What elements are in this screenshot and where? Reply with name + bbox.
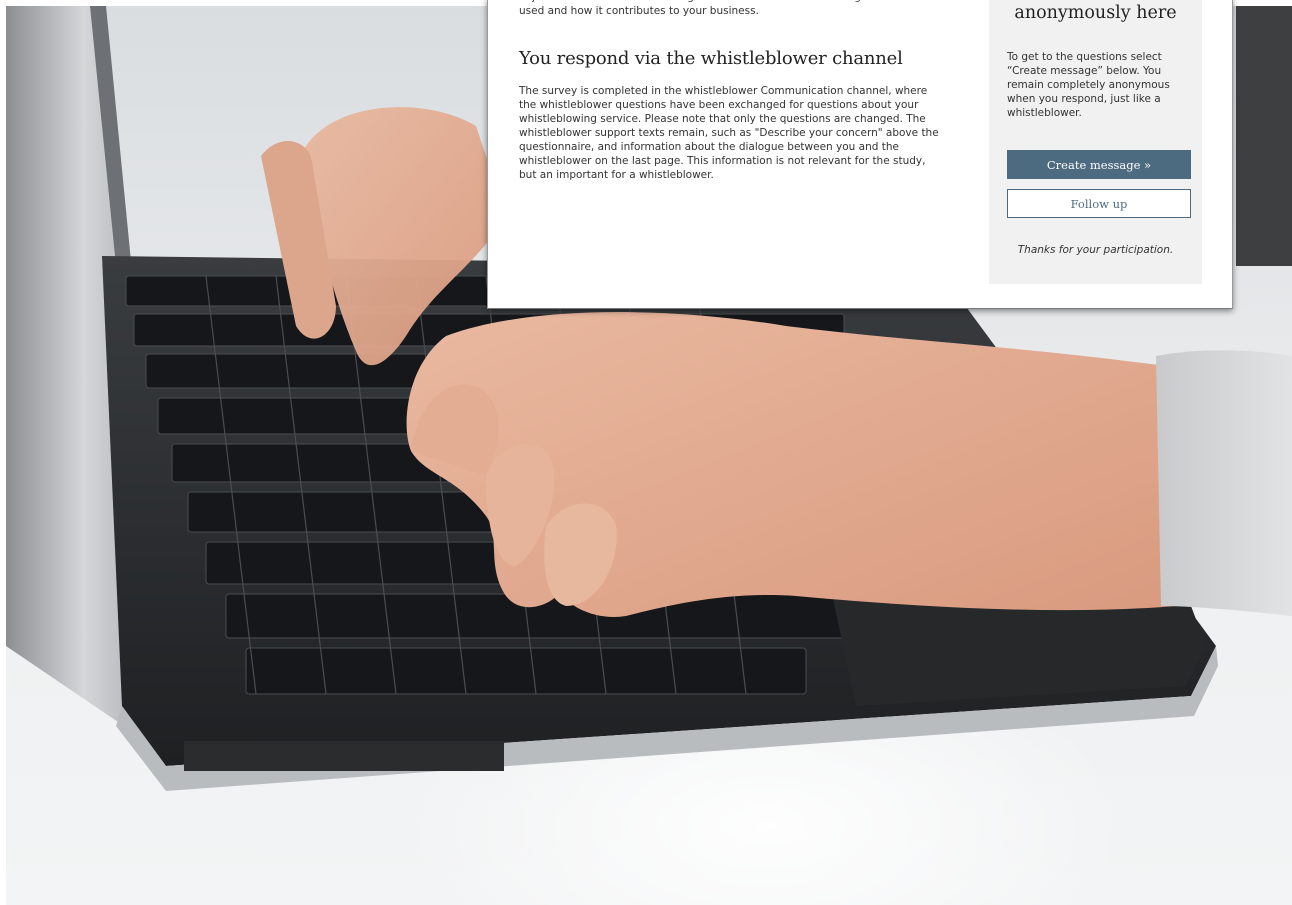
page: objective is to increase knowledge about… — [0, 0, 1292, 905]
section-title: You respond via the whistleblower channe… — [519, 48, 903, 69]
info-card: objective is to increase knowledge about… — [487, 0, 1233, 309]
follow-up-button[interactable]: Follow up — [1007, 189, 1191, 218]
vent-grille — [184, 741, 504, 771]
thanks-text: Thanks for your participation. — [1017, 244, 1174, 256]
intro-paragraph: objective is to increase knowledge about… — [519, 0, 914, 17]
respond-sidebar: anonymously here To get to the questions… — [989, 0, 1202, 284]
create-message-button[interactable]: Create message » — [1007, 150, 1191, 179]
survey-description: The survey is completed in the whistlebl… — [519, 85, 939, 181]
sidebar-heading: anonymously here — [1014, 3, 1177, 23]
sidebar-instructions: To get to the questions select “Create m… — [1007, 51, 1170, 119]
